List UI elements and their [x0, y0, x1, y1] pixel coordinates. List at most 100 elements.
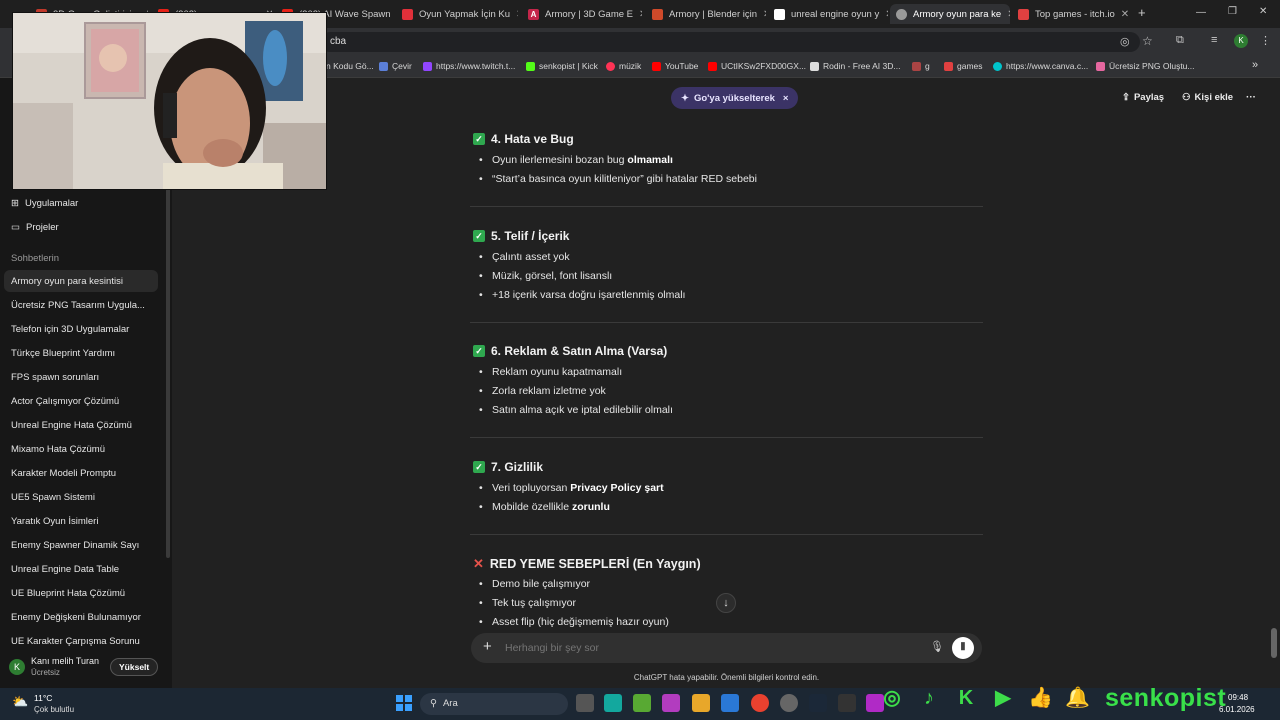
task-view-icon[interactable] — [576, 694, 594, 712]
list-item: Çalıntı asset yok — [479, 251, 570, 263]
message-composer: + 🎙 ⦀ — [471, 633, 982, 663]
steam-icon[interactable] — [809, 694, 827, 712]
browser-tab[interactable]: Armory | Blender için✕ — [646, 4, 766, 24]
app-icon[interactable] — [604, 694, 622, 712]
address-bar[interactable]: cba — [320, 32, 1140, 52]
sidebar-chat-item[interactable]: Actor Çalışmıyor Çözümü — [4, 390, 158, 412]
sidebar-chat-item[interactable]: Enemy Spawner Dinamik Sayı — [4, 534, 158, 556]
sidebar-chat-item[interactable]: Unreal Engine Data Table — [4, 558, 158, 580]
app-icon[interactable] — [780, 694, 798, 712]
chrome-icon[interactable] — [751, 694, 769, 712]
sidebar-chat-item[interactable]: FPS spawn sorunları — [4, 366, 158, 388]
share-button[interactable]: ⇪ Paylaş — [1122, 92, 1164, 103]
sidebar-chat-item[interactable]: Mixamo Hata Çözümü — [4, 438, 158, 460]
bookmark[interactable]: https://www.twitch.t... — [423, 61, 515, 71]
section-title: 4. Hata ve Bug — [491, 132, 574, 146]
new-tab-button[interactable]: + — [1138, 5, 1146, 20]
bookmarks-overflow[interactable]: » — [1252, 59, 1258, 71]
close-icon[interactable]: ✕ — [1001, 9, 1010, 20]
eye-off-icon[interactable]: ◎ — [1120, 35, 1130, 48]
taskbar-search[interactable]: ⚲ Ara — [420, 693, 568, 715]
maximize-button[interactable]: ❐ — [1228, 6, 1237, 17]
sidebar-chat-item[interactable]: Karakter Modeli Promptu — [4, 462, 158, 484]
bookmark[interactable]: https://www.canva.c... — [993, 61, 1088, 71]
sidebar-chat-item[interactable]: UE5 Spawn Sistemi — [4, 486, 158, 508]
main-scrollbar[interactable] — [1271, 628, 1277, 658]
bookmark[interactable]: Ücretsiz PNG Oluştu... — [1096, 61, 1195, 71]
bookmark[interactable]: Çevir — [379, 61, 412, 71]
browser-tab[interactable]: Oyun Yapmak İçin Ku✕ — [396, 4, 518, 24]
search-label: Ara — [442, 698, 458, 709]
store-icon[interactable] — [721, 694, 739, 712]
app-icon[interactable] — [633, 694, 651, 712]
close-icon[interactable]: ✕ — [391, 9, 392, 20]
sidebar-chat-item[interactable]: Enemy Değişkeni Bulunamıyor — [4, 606, 158, 628]
upgrade-pill[interactable]: ✦ Go'ya yükselterek × — [671, 87, 799, 109]
bookmark-label: n Kodu Gö... — [326, 61, 374, 71]
star-icon[interactable]: ☆ — [1142, 34, 1153, 48]
sidebar-chat-item[interactable]: Unreal Engine Hata Çözümü — [4, 414, 158, 436]
more-options-icon[interactable]: ··· — [1246, 92, 1256, 103]
add-person-button[interactable]: ⚇ Kişi ekle — [1182, 92, 1233, 103]
close-window-button[interactable]: ✕ — [1259, 6, 1267, 17]
bookmark[interactable]: games — [944, 61, 983, 71]
sidebar-chat-item[interactable]: UE Blueprint Hata Çözümü — [4, 582, 158, 604]
add-person-label: Kişi ekle — [1194, 92, 1234, 103]
like-icon: 👍 — [1028, 687, 1053, 709]
browser-tab[interactable]: A Armory | 3D Game E✕ — [522, 4, 642, 24]
close-icon[interactable]: ✕ — [879, 9, 888, 20]
sidebar-chat-item[interactable]: Türkçe Blueprint Yardımı — [4, 342, 158, 364]
bookmark[interactable]: YouTube — [652, 61, 698, 71]
browser-tab[interactable]: unreal engine oyun y✕ — [768, 4, 888, 24]
file-explorer-icon[interactable] — [692, 694, 710, 712]
sidebar-item-apps[interactable]: ⊞ Uygulamalar — [11, 198, 78, 209]
close-icon[interactable]: ✕ — [633, 9, 642, 20]
list-item: Zorla reklam izletme yok — [479, 385, 606, 397]
sidebar-chat-item[interactable]: Ücretsiz PNG Tasarım Uygula... — [4, 294, 158, 316]
bookmark[interactable]: UCtIKSw2FXD00GX... — [708, 61, 806, 71]
add-attachment-button[interactable]: + — [483, 638, 492, 655]
close-icon[interactable]: ✕ — [1115, 9, 1129, 20]
message-input[interactable] — [505, 639, 905, 657]
extensions-icon[interactable]: ⧉ — [1176, 34, 1184, 47]
sidebar-chat-item[interactable]: UE Karakter Çarpışma Sorunu — [4, 630, 158, 652]
sidebar-chat-item[interactable]: Telefon için 3D Uygulamalar — [4, 318, 158, 340]
list-item-text: Demo bile çalışmıyor — [492, 578, 591, 590]
sidebar-chat-item[interactable]: Armory oyun para kesintisi — [4, 270, 158, 292]
browser-tab-active[interactable]: Armory oyun para ke✕ — [890, 4, 1010, 24]
sidebar-chat-item[interactable]: Yaratık Oyun İsimleri — [4, 510, 158, 532]
list-item-text: Zorla reklam izletme yok — [492, 385, 606, 397]
itchio-icon — [1018, 8, 1029, 20]
app-icon[interactable] — [662, 694, 680, 712]
media-icon[interactable]: ≡ — [1211, 34, 1217, 46]
list-item: Mobilde özellikle zorunlu — [479, 501, 610, 513]
divider — [470, 534, 983, 535]
divider — [470, 437, 983, 438]
bookmark[interactable]: n Kodu Gö... — [326, 61, 374, 71]
bookmark[interactable]: Rodin - Free AI 3D... — [810, 61, 900, 71]
minimize-button[interactable]: — — [1196, 7, 1206, 18]
instagram-icon: ◎ — [883, 687, 901, 709]
upgrade-button[interactable]: Yükselt — [110, 658, 159, 676]
browser-tab[interactable]: Top games - itch.io ✕ — [1012, 4, 1130, 24]
scroll-down-button[interactable]: ↓ — [716, 593, 736, 613]
translate-icon — [379, 61, 388, 71]
youtube-icon — [652, 61, 661, 71]
close-icon[interactable]: × — [783, 93, 789, 104]
voice-mode-button[interactable]: ⦀ — [952, 637, 974, 659]
profile-avatar[interactable]: K — [1234, 34, 1248, 48]
sidebar-item-projects[interactable]: ▭ Projeler — [11, 222, 59, 233]
armory-icon: A — [528, 8, 539, 20]
close-icon[interactable]: ✕ — [510, 9, 518, 20]
bookmark[interactable]: müzik — [606, 61, 641, 71]
bookmark[interactable]: g — [912, 61, 930, 71]
list-item: Demo bile çalışmıyor — [479, 578, 591, 590]
windows-start-icon[interactable] — [396, 695, 412, 711]
close-icon[interactable]: ✕ — [757, 9, 766, 20]
epic-games-icon[interactable] — [838, 694, 856, 712]
user-footer[interactable]: K Kanı melih Turan Ücretsiz Yükselt — [0, 654, 172, 688]
menu-icon[interactable]: ⋮ — [1260, 34, 1271, 47]
bookmark[interactable]: senkopist | Kick — [526, 61, 598, 71]
microphone-icon[interactable]: 🎙 — [930, 640, 944, 653]
sidebar-scrollbar[interactable] — [166, 188, 170, 558]
